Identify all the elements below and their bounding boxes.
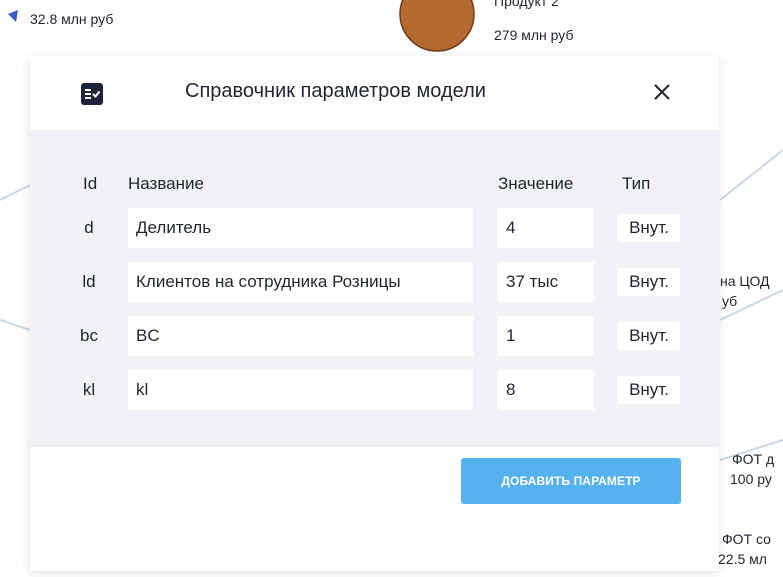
graph-label: 32.8 млн руб — [30, 11, 114, 27]
graph-label: ФОТ со — [722, 531, 771, 547]
graph-label: Продукт 2 — [494, 0, 559, 9]
parameters-table: Id Название Значение Тип d Внут. ld Внут… — [30, 130, 719, 447]
graph-arrow — [8, 10, 18, 22]
param-value-input[interactable] — [498, 370, 594, 410]
dialog-header: Справочник параметров модели — [30, 56, 719, 130]
column-header-name: Название — [128, 174, 204, 193]
graph-label: ФОТ д — [732, 451, 775, 467]
graph-edge — [0, 184, 31, 201]
table-row: ld Внут. — [30, 262, 719, 302]
param-name-input[interactable] — [128, 370, 473, 410]
graph-label: уб — [722, 293, 738, 309]
table-row: d Внут. — [30, 208, 719, 248]
graph-label: 100 ру — [730, 471, 772, 487]
param-value-input[interactable] — [498, 316, 594, 356]
column-header-id: Id — [83, 174, 98, 193]
param-name-input[interactable] — [128, 208, 473, 248]
graph-node-product — [399, 0, 475, 52]
graph-label: на ЦОД — [720, 273, 770, 289]
parameters-dialog: Справочник параметров модели Id Название… — [30, 56, 719, 571]
add-parameter-button[interactable]: ДОБАВИТЬ ПАРАМЕТР — [461, 458, 681, 504]
table-row: bc Внут. — [30, 316, 719, 356]
column-header-value: Значение — [498, 174, 574, 193]
dialog-title: Справочник параметров модели — [185, 80, 486, 102]
table-row: kl Внут. — [30, 370, 719, 410]
graph-label: 22.5 мл — [718, 551, 767, 567]
param-type: Внут. — [618, 376, 680, 404]
param-type: Внут. — [618, 268, 680, 296]
close-button[interactable] — [648, 78, 676, 106]
param-value-input[interactable] — [498, 208, 594, 248]
graph-edge — [0, 319, 31, 331]
graph-edge — [719, 149, 783, 201]
param-name-input[interactable] — [128, 262, 473, 302]
param-value-input[interactable] — [498, 262, 594, 302]
close-icon — [654, 84, 670, 100]
column-header-type: Тип — [622, 174, 651, 193]
graph-label: 279 млн руб — [494, 27, 574, 43]
param-type: Внут. — [618, 214, 680, 242]
list-check-icon — [81, 83, 103, 105]
param-name-input[interactable] — [128, 316, 473, 356]
param-type: Внут. — [618, 322, 680, 350]
